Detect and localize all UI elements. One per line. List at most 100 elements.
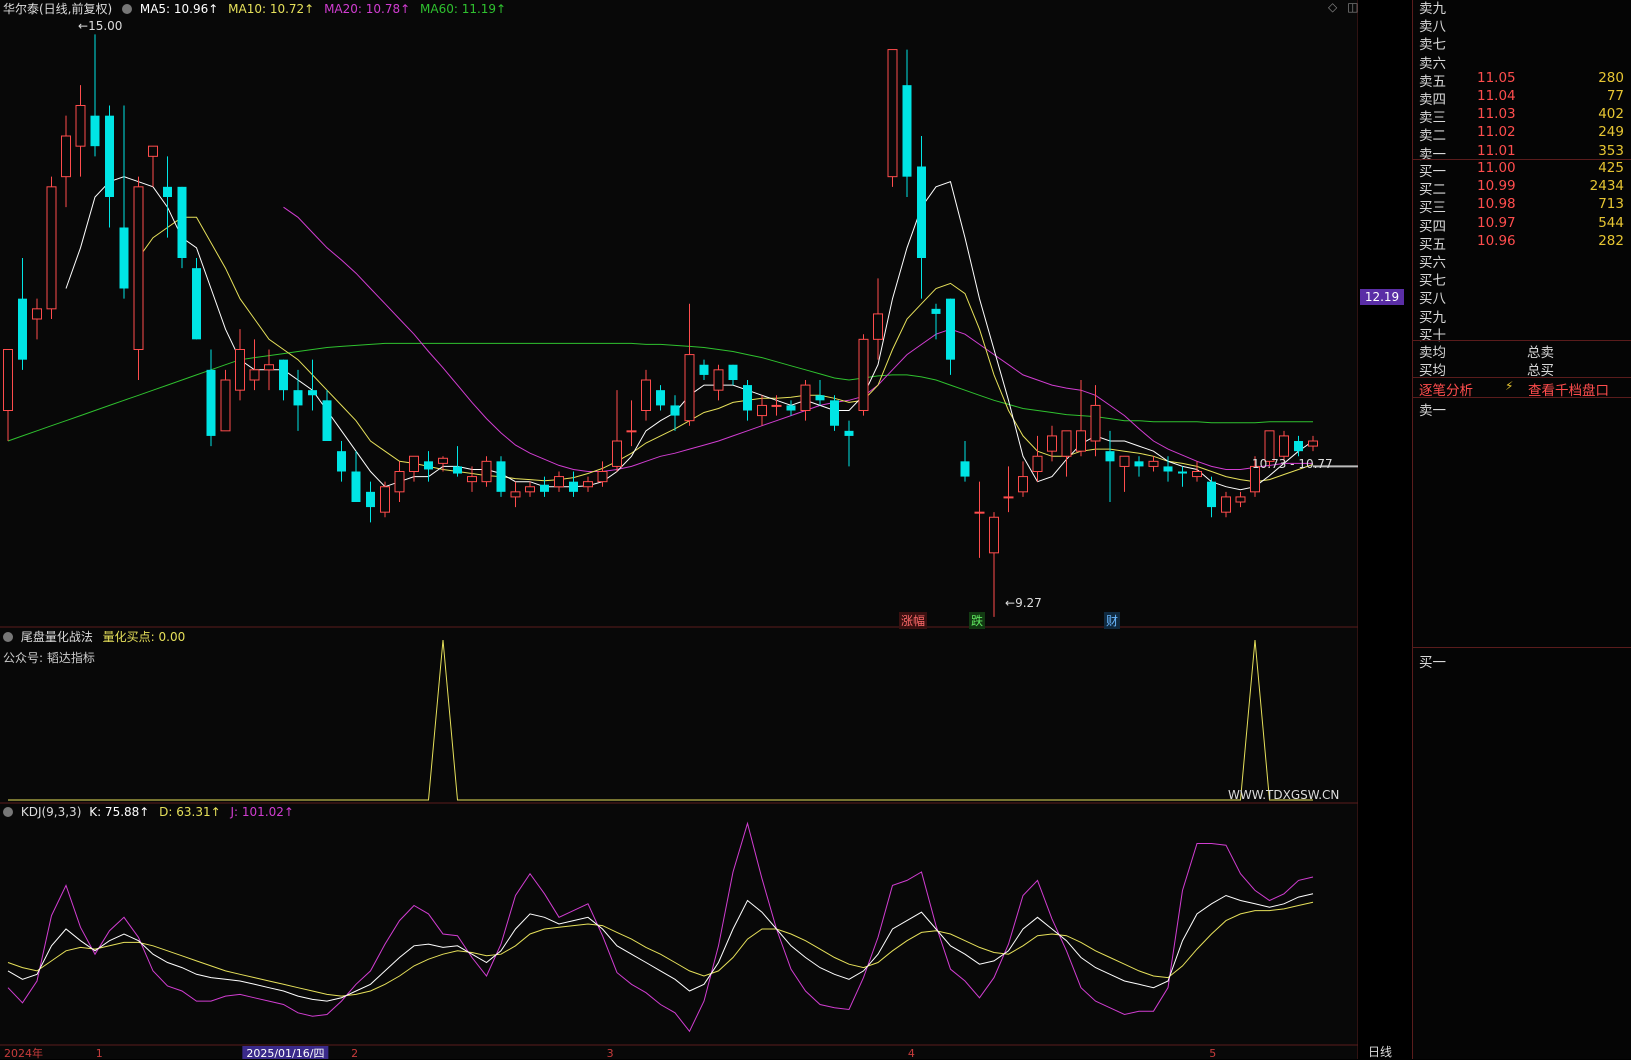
watermark: WWW.TDXGSW.CN	[1228, 788, 1340, 802]
ask-row[interactable]: 卖五 11.05 280	[1413, 70, 1631, 90]
candle-body	[699, 364, 709, 375]
event-fall[interactable]: 跌	[969, 612, 986, 629]
bid-row[interactable]: 买八	[1413, 287, 1631, 307]
order-vol: 402	[1598, 106, 1624, 123]
ask-row[interactable]: 卖四 11.04 77	[1413, 88, 1631, 108]
order-label: 买一	[1419, 164, 1446, 180]
kdj-name: KDJ(9,3,3)	[20, 805, 82, 819]
chart-header: 华尔泰(日线,前复权) MA5: 10.96↑ MA10: 10.72↑ MA2…	[3, 0, 506, 17]
diamond-icon[interactable]: ◇	[1328, 0, 1337, 14]
candle-body	[424, 461, 433, 470]
candle-body	[626, 430, 637, 433]
candle-body	[105, 115, 114, 197]
candle-body	[481, 460, 492, 483]
sell1-queue-label: 卖一	[1419, 403, 1446, 419]
price-tag: 12.19	[1360, 289, 1404, 305]
range-annotation: 10.73 - 10.77	[1252, 457, 1333, 471]
kdj-d-line	[7, 901, 1314, 997]
date-label: 2025/01/16/四	[246, 1047, 324, 1059]
settings-icon[interactable]	[122, 4, 133, 14]
candle-body	[946, 298, 955, 360]
candle-body	[1134, 461, 1144, 467]
order-vol: 282	[1598, 232, 1624, 249]
candle-body	[1148, 460, 1159, 467]
order-book-panel: 卖九 卖八 卖七 卖六 卖五 11.05 280 卖四 11.04 77 卖三 11.03 402 卖二 1…	[1412, 0, 1631, 1059]
candle-body	[264, 364, 274, 371]
candle-body	[917, 166, 926, 258]
order-label: 卖二	[1419, 128, 1446, 145]
candle-body	[1003, 496, 1014, 499]
candle-body	[989, 516, 999, 554]
bid-row[interactable]: 买九	[1413, 306, 1631, 326]
candle-body	[540, 484, 549, 492]
ask-row[interactable]: 卖三 11.03 402	[1413, 106, 1631, 126]
candle-body	[163, 186, 172, 197]
candle-body	[1308, 440, 1318, 447]
order-label: 卖四	[1419, 92, 1446, 108]
candle-body	[873, 313, 883, 340]
ask-row[interactable]: 卖九	[1413, 0, 1631, 17]
period-label[interactable]: 日线	[1368, 1043, 1392, 1060]
candle-body	[1105, 451, 1115, 462]
settings-icon[interactable]	[3, 807, 13, 817]
settings-icon[interactable]	[3, 632, 13, 642]
order-vol: 2434	[1589, 178, 1624, 195]
tick-analysis-button[interactable]: 逐笔分析	[1419, 379, 1473, 399]
ask-row[interactable]: 卖一 11.01 353	[1413, 143, 1631, 163]
event-finance[interactable]: 财	[1104, 612, 1121, 629]
candle-body	[771, 404, 782, 407]
event-rise[interactable]: 涨幅	[899, 612, 928, 629]
indicator2-header: KDJ(9,3,3) K: 75.88↑ D: 63.31↑ J: 101.02…	[3, 805, 294, 819]
order-price: 10.97	[1477, 214, 1516, 231]
candle-body	[612, 440, 622, 467]
thousand-levels-button[interactable]: 查看千档盘口	[1528, 379, 1609, 399]
bid-row[interactable]: 买七	[1413, 269, 1631, 290]
candle-body	[1032, 455, 1043, 472]
bid-row[interactable]: 买五 10.96 282	[1413, 232, 1631, 253]
candle-body	[887, 49, 898, 178]
candle-body	[177, 186, 187, 258]
order-label: 买七	[1419, 273, 1446, 290]
chart-area[interactable]: 15.0014.5014.0013.5013.0012.5012.0011.50…	[0, 0, 1404, 1059]
candle-body	[844, 430, 854, 436]
lightning-icon: ⚡	[1505, 379, 1514, 393]
order-price: 11.02	[1477, 124, 1516, 141]
indicator1-value: 量化买点: 0.00	[102, 630, 186, 644]
chart-canvas[interactable]: 15.0014.5014.0013.5013.0012.5012.0011.50…	[0, 0, 1358, 1059]
order-label: 买四	[1419, 218, 1446, 235]
order-price: 10.98	[1477, 196, 1516, 213]
candle-body	[308, 390, 317, 396]
candle-body	[757, 404, 767, 417]
order-vol: 544	[1598, 214, 1624, 231]
ask-row[interactable]: 卖六	[1413, 52, 1631, 72]
candle-body	[670, 405, 680, 416]
bid-row[interactable]: 买一 11.00 425	[1413, 160, 1631, 180]
order-label: 买六	[1419, 255, 1446, 271]
candle-body	[351, 471, 361, 502]
bid-row[interactable]: 买六	[1413, 251, 1631, 271]
high-annotation: ←15.00	[78, 19, 123, 33]
candle-body	[713, 369, 724, 391]
bid-row[interactable]: 买三 10.98 713	[1413, 196, 1631, 217]
layout-icon[interactable]: ◫	[1347, 0, 1358, 14]
ma5-label: MA5: 10.96↑	[139, 2, 219, 16]
ask-row[interactable]: 卖八	[1413, 15, 1631, 35]
window-icons: ◇ ◫	[1328, 0, 1358, 14]
candle-body	[815, 395, 825, 401]
candle-body	[974, 511, 985, 514]
avg-buy-label: 买均	[1419, 363, 1446, 379]
ask-row[interactable]: 卖七	[1413, 33, 1631, 53]
candle-body	[1061, 430, 1072, 457]
bid-row[interactable]: 买二 10.99 2434	[1413, 178, 1631, 198]
candle-body	[1178, 471, 1187, 474]
kdj-d: D: 63.31↑	[159, 805, 221, 819]
bid-row[interactable]: 买四 10.97 544	[1413, 214, 1631, 235]
candle-body	[1163, 466, 1173, 472]
order-label: 买三	[1419, 200, 1446, 217]
candle-body	[133, 186, 144, 350]
candle-body	[467, 476, 477, 483]
order-label: 买五	[1419, 236, 1446, 253]
low-value: 9.27	[1015, 596, 1042, 610]
buy1-queue-label: 买一	[1419, 655, 1446, 671]
ask-row[interactable]: 卖二 11.02 249	[1413, 124, 1631, 145]
